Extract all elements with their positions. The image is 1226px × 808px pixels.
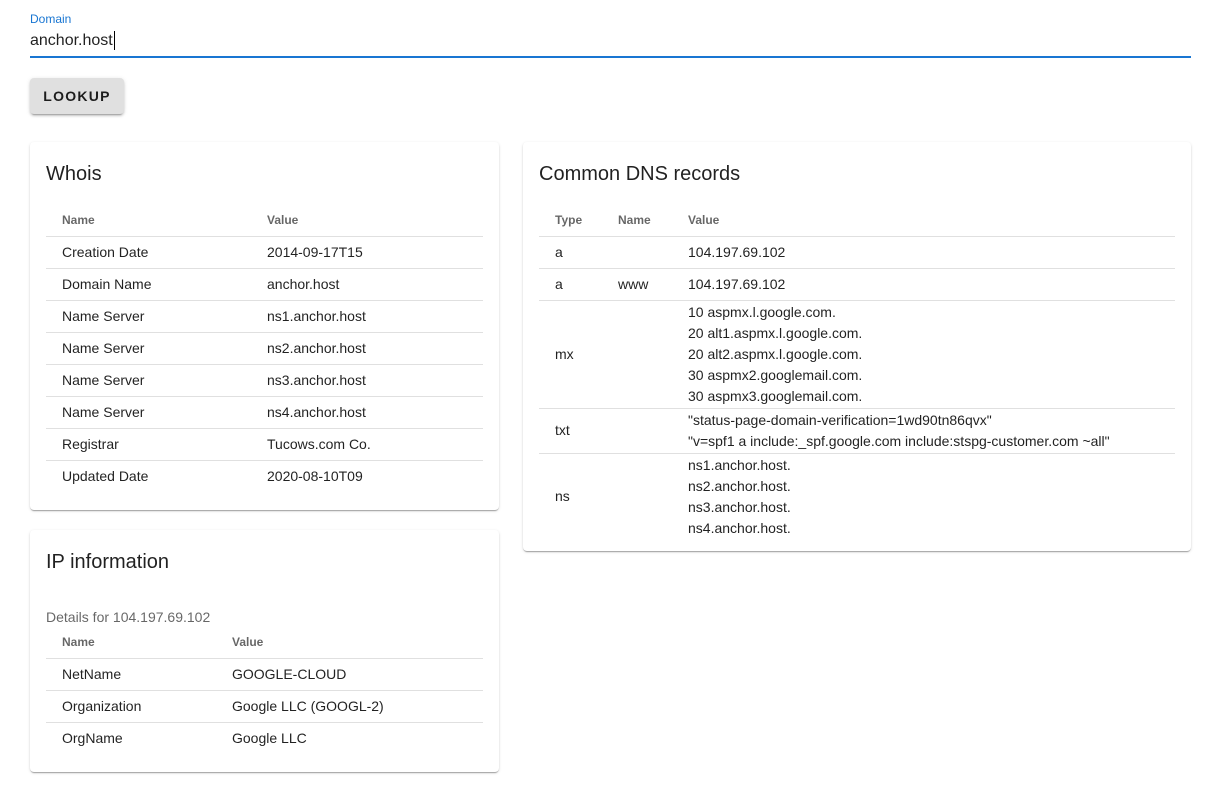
table-row: Name Server ns4.anchor.host <box>46 396 483 429</box>
dns-row-type: a <box>539 236 602 269</box>
lookup-button[interactable]: Lookup <box>30 78 124 114</box>
whois-col-value: Value <box>251 204 483 237</box>
whois-row-name: Name Server <box>46 300 251 333</box>
dns-value-line: ns4.anchor.host. <box>688 519 791 536</box>
whois-row-name: Domain Name <box>46 268 251 301</box>
dns-row-value: ns1.anchor.host. ns2.anchor.host. ns3.an… <box>672 453 1175 540</box>
dns-row-value: 104.197.69.102 <box>672 236 1175 269</box>
whois-table: Name Value Creation Date 2014-09-17T15 Do… <box>46 204 483 492</box>
table-row: Name Server ns3.anchor.host <box>46 364 483 397</box>
domain-input[interactable] <box>30 30 1191 52</box>
ip-info-card: IP information Details for 104.197.69.10… <box>30 530 499 772</box>
whois-row-name: Name Server <box>46 364 251 397</box>
dns-col-name: Name <box>602 204 672 237</box>
table-row: Registrar Tucows.com Co. <box>46 428 483 461</box>
dns-value-line: 20 alt2.aspmx.l.google.com. <box>688 345 863 362</box>
whois-col-name: Name <box>46 204 251 237</box>
whois-row-value: anchor.host <box>251 268 483 301</box>
whois-row-value: ns1.anchor.host <box>251 300 483 333</box>
ip-info-col-name: Name <box>46 626 216 659</box>
dns-row-name <box>602 408 672 454</box>
ip-info-row-name: OrgName <box>62 729 123 746</box>
dns-value-line: 10 aspmx.l.google.com. <box>688 303 836 320</box>
dns-value-line: 104.197.69.102 <box>688 243 786 260</box>
ip-info-row-name: NetName <box>46 658 216 691</box>
table-row: a www 104.197.69.102 <box>539 268 1175 301</box>
table-row: Updated Date 2020-08-10T09 <box>46 460 483 492</box>
ip-info-row-name: Organization <box>46 690 216 723</box>
table-row: Creation Date 2014-09-17T15 <box>46 236 483 269</box>
whois-row-value: ns3.anchor.host <box>251 364 483 397</box>
dns-header-row: Type Name Value <box>539 204 1175 237</box>
whois-row-value: ns2.anchor.host <box>251 332 483 365</box>
dns-row-type: ns <box>555 488 570 504</box>
ip-info-row-value: GOOGLE-CLOUD <box>216 658 483 691</box>
dns-row-name <box>602 236 672 269</box>
dns-value-line: ns3.anchor.host. <box>688 498 791 515</box>
dns-table: Type Name Value a 104.197.69.102 a www 1… <box>539 204 1175 540</box>
dns-value-line: 104.197.69.102 <box>688 275 786 292</box>
whois-row-value: 2020-08-10T09 <box>267 467 363 484</box>
whois-row-value: ns4.anchor.host <box>251 396 483 429</box>
dns-row-type: a <box>539 268 602 301</box>
text-caret <box>114 31 115 50</box>
ip-info-title: IP information <box>46 551 170 573</box>
domain-field-label: Domain <box>30 12 72 26</box>
table-row: Name Server ns1.anchor.host <box>46 300 483 333</box>
whois-row-value: Tucows.com Co. <box>251 428 483 461</box>
dns-value-line: 30 aspmx2.googlemail.com. <box>688 366 863 383</box>
dns-value-line: "status-page-domain-verification=1wd90tn… <box>688 411 992 428</box>
whois-card: Whois Name Value Creation Date 2014-09-17… <box>30 142 499 510</box>
whois-row-name: Name Server <box>46 396 251 429</box>
dns-row-value: "status-page-domain-verification=1wd90tn… <box>672 408 1175 454</box>
whois-row-name: Updated Date <box>62 467 149 484</box>
ip-info-col-value: Value <box>216 626 483 659</box>
whois-title: Whois <box>46 163 102 185</box>
dns-col-type: Type <box>539 204 602 237</box>
domain-lookup-page: Domain Lookup Whois Name Value Creation … <box>0 0 1226 808</box>
ip-info-row-value: Google LLC <box>232 729 307 746</box>
table-row: Organization Google LLC (GOOGL-2) <box>46 690 483 723</box>
dns-value-line: 30 aspmx3.googlemail.com. <box>688 387 863 404</box>
ip-info-header-row: Name Value <box>46 626 483 659</box>
whois-row-name: Registrar <box>46 428 251 461</box>
ip-info-subtitle: Details for 104.197.69.102 <box>46 609 211 625</box>
dns-row-type: mx <box>539 300 602 409</box>
ip-info-table: Name Value NetName GOOGLE-CLOUD Organizat… <box>46 626 483 754</box>
dns-row-value: 104.197.69.102 <box>672 268 1175 301</box>
dns-row-name <box>602 453 672 540</box>
table-row: txt "status-page-domain-verification=1wd… <box>539 408 1175 454</box>
table-row: OrgName Google LLC <box>46 722 483 754</box>
dns-row-type: txt <box>539 408 602 454</box>
dns-value-line: ns2.anchor.host. <box>688 477 791 494</box>
dns-records-card: Common DNS records Type Name Value a 104… <box>523 142 1191 551</box>
whois-row-name: Name Server <box>46 332 251 365</box>
whois-row-value: 2014-09-17T15 <box>251 236 483 269</box>
dns-value-line: 20 alt1.aspmx.l.google.com. <box>688 324 863 341</box>
whois-row-name: Creation Date <box>46 236 251 269</box>
dns-row-name <box>602 300 672 409</box>
table-row: mx 10 aspmx.l.google.com. 20 alt1.aspmx.… <box>539 300 1175 409</box>
table-row: NetName GOOGLE-CLOUD <box>46 658 483 691</box>
whois-header-row: Name Value <box>46 204 483 237</box>
dns-value-line: ns1.anchor.host. <box>688 456 791 473</box>
table-row: Domain Name anchor.host <box>46 268 483 301</box>
dns-row-value: 10 aspmx.l.google.com. 20 alt1.aspmx.l.g… <box>672 300 1175 409</box>
dns-col-value: Value <box>672 204 1175 237</box>
dns-title: Common DNS records <box>539 163 741 185</box>
domain-field[interactable]: Domain <box>30 10 1191 58</box>
table-row: a 104.197.69.102 <box>539 236 1175 269</box>
dns-row-name: www <box>602 268 672 301</box>
ip-info-row-value: Google LLC (GOOGL-2) <box>216 690 483 723</box>
table-row: ns ns1.anchor.host. ns2.anchor.host. ns3… <box>539 453 1175 540</box>
table-row: Name Server ns2.anchor.host <box>46 332 483 365</box>
dns-value-line: "v=spf1 a include:_spf.google.com includ… <box>688 432 1110 449</box>
